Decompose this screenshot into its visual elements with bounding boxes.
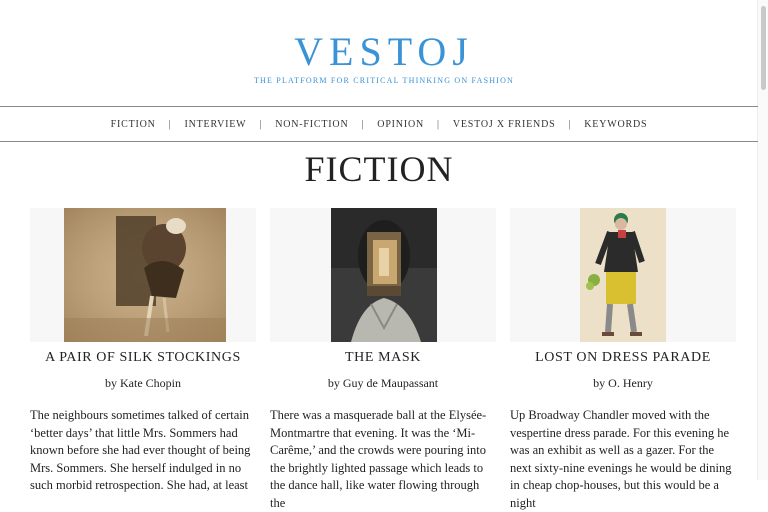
nav-separator: | <box>259 118 263 130</box>
site-tagline: THE PLATFORM FOR CRITICAL THINKING ON FA… <box>253 76 515 85</box>
article-excerpt: Up Broadway Chandler moved with the vesp… <box>510 408 732 510</box>
article-title[interactable]: A PAIR OF SILK STOCKINGS <box>30 350 256 368</box>
article-card: A PAIR OF SILK STOCKINGS by Kate Chopin … <box>30 208 256 495</box>
collage-photo-illustration <box>331 208 437 342</box>
article-card: THE MASK by Guy de Maupassant There was … <box>270 208 496 512</box>
nav-item-non-fiction[interactable]: NON-FICTION <box>275 119 348 130</box>
fashion-sketch-illustration <box>580 208 666 342</box>
article-author: by Guy de Maupassant <box>327 376 439 390</box>
article-author: by O. Henry <box>593 376 653 390</box>
nav-separator: | <box>168 118 172 130</box>
article-excerpt: The neighbours sometimes talked of certa… <box>30 408 251 492</box>
site-logo[interactable]: VESTOJ <box>0 28 768 75</box>
nav-separator: | <box>568 118 572 130</box>
article-author: by Kate Chopin <box>105 376 181 390</box>
nav-separator: | <box>361 118 365 130</box>
nav-item-opinion[interactable]: OPINION <box>377 119 424 130</box>
article-image[interactable] <box>30 208 256 342</box>
nav-separator: | <box>437 118 440 130</box>
article-excerpt: There was a masquerade ball at the Elysé… <box>270 408 487 510</box>
sepia-photo-illustration <box>64 208 226 342</box>
nav-item-fiction[interactable]: FICTION <box>111 119 156 130</box>
nav-item-interview[interactable]: INTERVIEW <box>184 119 246 130</box>
article-card: LOST ON DRESS PARADE by O. Henry Up Broa… <box>510 208 736 512</box>
article-image[interactable] <box>270 208 496 342</box>
main-nav: FICTION | INTERVIEW | NON-FICTION | OPIN… <box>0 106 758 142</box>
article-image[interactable] <box>510 208 736 342</box>
nav-item-keywords[interactable]: KEYWORDS <box>584 119 647 130</box>
article-title[interactable]: LOST ON DRESS PARADE <box>510 350 736 368</box>
nav-item-vestoj-x-friends[interactable]: VESTOJ X FRIENDS <box>453 119 556 130</box>
page-title: FICTION <box>304 149 454 189</box>
article-title[interactable]: THE MASK <box>270 350 496 368</box>
